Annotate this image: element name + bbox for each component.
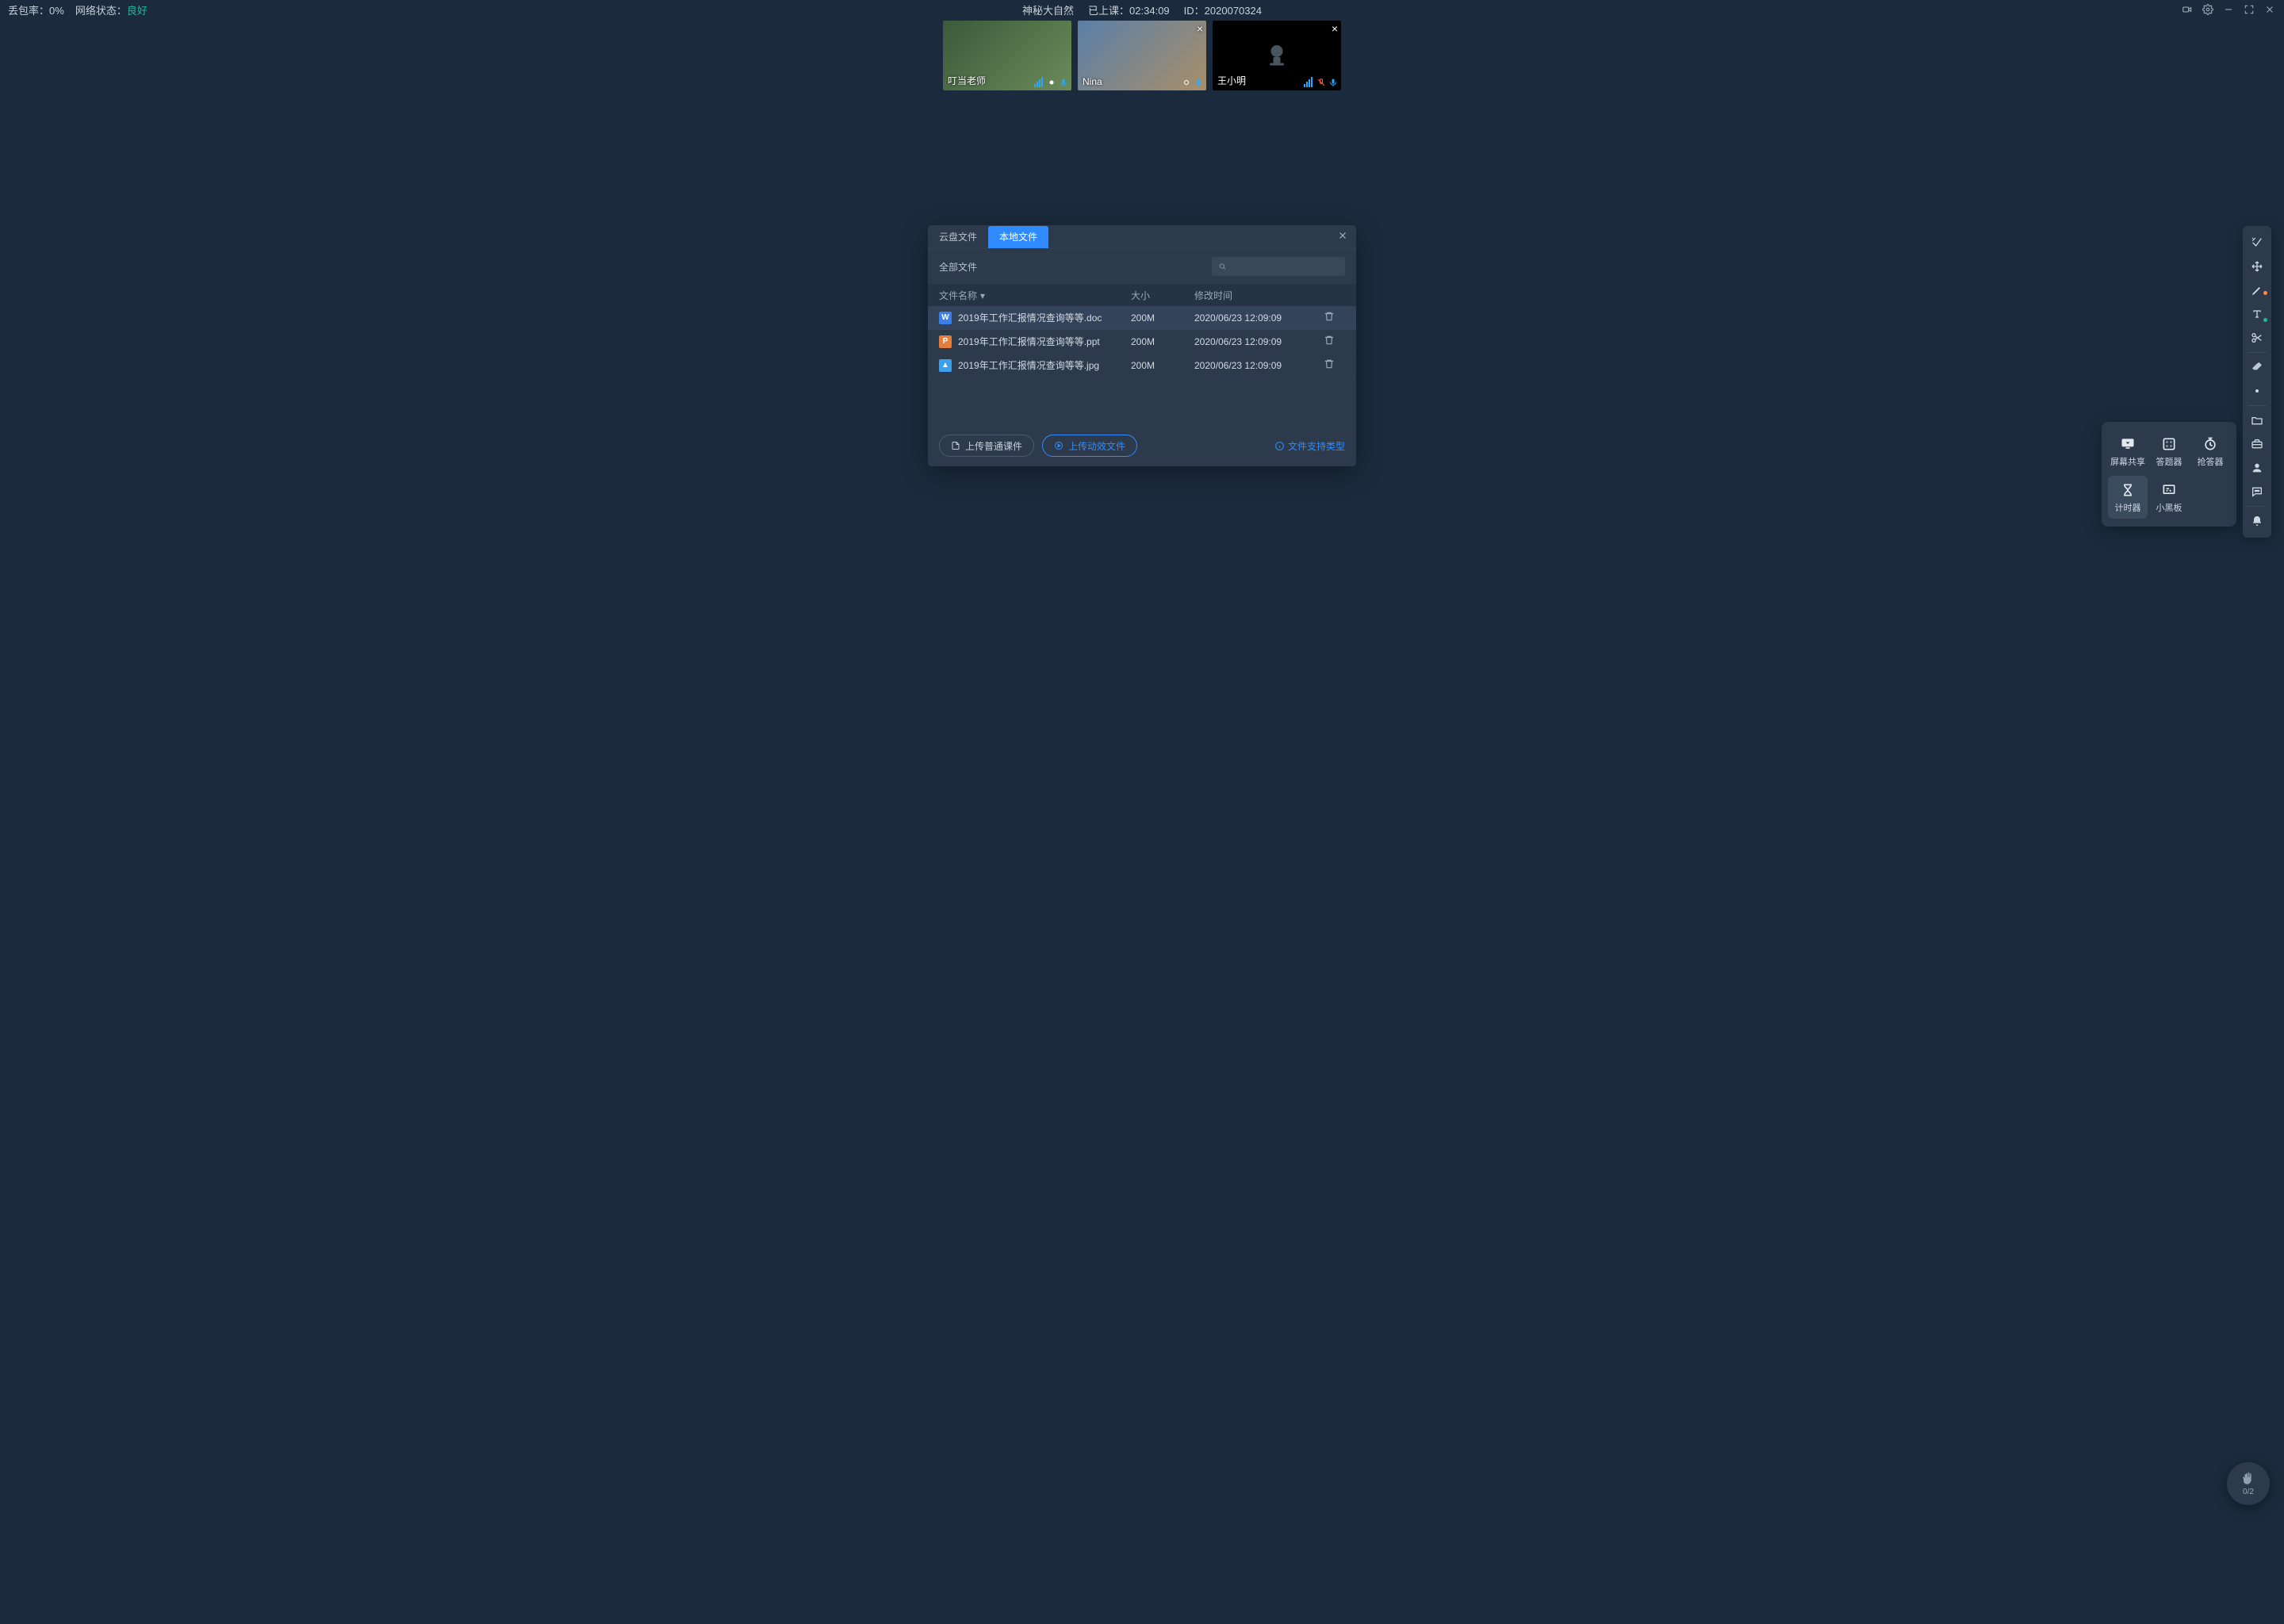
file-table-header: 文件名称▾ 大小 修改时间 (928, 284, 1356, 306)
image-file-icon: ▲ (939, 359, 952, 372)
camera-toggle-icon[interactable] (2181, 3, 2194, 16)
tool-pen[interactable] (2243, 278, 2271, 302)
video-close-icon[interactable]: × (1197, 22, 1203, 35)
file-dialog: 云盘文件 本地文件 全部文件 文件名称▾ 大小 修改时间 W 2019年工作汇报… (928, 225, 1356, 466)
tab-local-files[interactable]: 本地文件 (988, 226, 1048, 248)
video-tile-student-2[interactable]: × 王小明 (1213, 21, 1341, 90)
video-name-label: 王小明 (1217, 74, 1246, 87)
tool-answer-device[interactable]: 答题器 (2149, 430, 2189, 473)
col-size[interactable]: 大小 (1131, 289, 1194, 302)
sort-indicator-icon: ▾ (980, 290, 985, 301)
col-name[interactable]: 文件名称▾ (939, 289, 1131, 302)
tool-shapes[interactable] (2243, 379, 2271, 403)
fullscreen-icon[interactable] (2243, 3, 2255, 16)
delete-file-icon[interactable] (1313, 358, 1345, 372)
raise-hand-fab[interactable]: 0/2 (2227, 1462, 2270, 1505)
settings-icon[interactable] (2202, 3, 2214, 16)
search-input[interactable] (1232, 261, 1339, 272)
search-input-wrap[interactable] (1212, 257, 1345, 276)
col-mtime[interactable]: 修改时间 (1194, 289, 1313, 302)
signal-bars-icon (1034, 77, 1043, 87)
network-status: 网络状态：良好 (75, 2, 148, 17)
file-mtime: 2020/06/23 12:09:09 (1194, 336, 1313, 347)
video-tile-student-1[interactable]: × Nina (1078, 21, 1206, 90)
video-name-label: Nina (1083, 76, 1102, 87)
window-controls (2181, 3, 2276, 16)
file-name: 2019年工作汇报情况查询等等.ppt (958, 335, 1100, 348)
file-mtime: 2020/06/23 12:09:09 (1194, 312, 1313, 324)
raise-hand-count: 0/2 (2243, 1488, 2254, 1496)
file-size: 200M (1131, 336, 1194, 347)
supported-types-link[interactable]: 文件支持类型 (1274, 439, 1345, 453)
ppt-file-icon: P (939, 335, 952, 348)
file-name: 2019年工作汇报情况查询等等.jpg (958, 358, 1099, 372)
file-row[interactable]: W 2019年工作汇报情况查询等等.doc 200M 2020/06/23 12… (928, 306, 1356, 330)
tool-courseware[interactable] (2243, 408, 2271, 432)
tool-race-answer[interactable]: 抢答器 (2190, 430, 2230, 473)
video-strip: 叮当老师 × Nina × 王小明 (0, 19, 2284, 92)
video-close-icon[interactable]: × (1332, 22, 1338, 35)
dialog-close-icon[interactable] (1337, 230, 1348, 243)
file-table: 文件名称▾ 大小 修改时间 W 2019年工作汇报情况查询等等.doc 200M… (928, 284, 1356, 425)
topbar-center: 神秘大自然 已上课：02:34:09 ID：2020070324 (1022, 2, 1262, 17)
tab-cloud-files[interactable]: 云盘文件 (928, 226, 988, 248)
tool-eraser[interactable] (2243, 355, 2271, 379)
close-icon[interactable] (2263, 3, 2276, 16)
file-size: 200M (1131, 360, 1194, 371)
session-id: ID：2020070324 (1184, 2, 1262, 17)
top-status-bar: 丢包率：0% 网络状态：良好 神秘大自然 已上课：02:34:09 ID：202… (0, 0, 2284, 19)
tool-participants[interactable] (2243, 456, 2271, 480)
delete-file-icon[interactable] (1313, 335, 1345, 348)
tool-scissors[interactable] (2243, 326, 2271, 350)
tool-toolbox[interactable] (2243, 432, 2271, 456)
signal-bars-icon (1304, 77, 1313, 87)
elapsed-time: 已上课：02:34:09 (1088, 2, 1170, 17)
camera-off-icon (1263, 40, 1291, 71)
file-name: 2019年工作汇报情况查询等等.doc (958, 311, 1102, 324)
video-status-icons (1304, 77, 1338, 87)
file-size: 200M (1131, 312, 1194, 324)
camera-icon (1182, 78, 1191, 87)
color-indicator-dot (2263, 291, 2267, 295)
dialog-footer: 上传普通课件 上传动效文件 文件支持类型 (928, 425, 1356, 466)
tool-timer[interactable]: 计时器 (2108, 476, 2148, 519)
color-indicator-dot (2263, 318, 2267, 322)
video-tile-teacher[interactable]: 叮当老师 (943, 21, 1071, 90)
minimize-icon[interactable] (2222, 3, 2235, 16)
camera-icon (1047, 78, 1056, 87)
file-mtime: 2020/06/23 12:09:09 (1194, 360, 1313, 371)
search-icon (1218, 262, 1227, 271)
mic-icon (1194, 78, 1203, 87)
tool-move[interactable] (2243, 255, 2271, 278)
mic-muted-icon (1316, 78, 1326, 87)
teaching-tools-panel: 屏幕共享 答题器 抢答器 计时器 小黑板 (2102, 422, 2236, 527)
dialog-toolbar: 全部文件 (928, 249, 1356, 284)
course-title: 神秘大自然 (1022, 2, 1074, 17)
tool-ring-bell[interactable] (2243, 509, 2271, 533)
dialog-tabs: 云盘文件 本地文件 (928, 225, 1356, 249)
upload-plain-button[interactable]: 上传普通课件 (939, 435, 1034, 457)
tool-chat[interactable] (2243, 480, 2271, 504)
packet-loss: 丢包率：0% (8, 2, 64, 17)
topbar-left: 丢包率：0% 网络状态：良好 (8, 2, 148, 17)
tool-laser-pointer[interactable] (2243, 231, 2271, 255)
video-status-icons (1182, 78, 1203, 87)
doc-file-icon: W (939, 312, 952, 324)
mic-icon (1059, 78, 1068, 87)
video-name-label: 叮当老师 (948, 74, 986, 87)
mic-icon (1328, 78, 1338, 87)
tool-mini-blackboard[interactable]: 小黑板 (2149, 476, 2189, 519)
upload-animated-button[interactable]: 上传动效文件 (1042, 435, 1137, 457)
file-row[interactable]: P 2019年工作汇报情况查询等等.ppt 200M 2020/06/23 12… (928, 330, 1356, 354)
tool-text[interactable] (2243, 302, 2271, 326)
delete-file-icon[interactable] (1313, 311, 1345, 324)
right-toolbar (2243, 226, 2271, 538)
file-row[interactable]: ▲ 2019年工作汇报情况查询等等.jpg 200M 2020/06/23 12… (928, 354, 1356, 377)
tool-screen-share[interactable]: 屏幕共享 (2108, 430, 2148, 473)
all-files-label: 全部文件 (939, 260, 977, 274)
video-status-icons (1034, 77, 1068, 87)
